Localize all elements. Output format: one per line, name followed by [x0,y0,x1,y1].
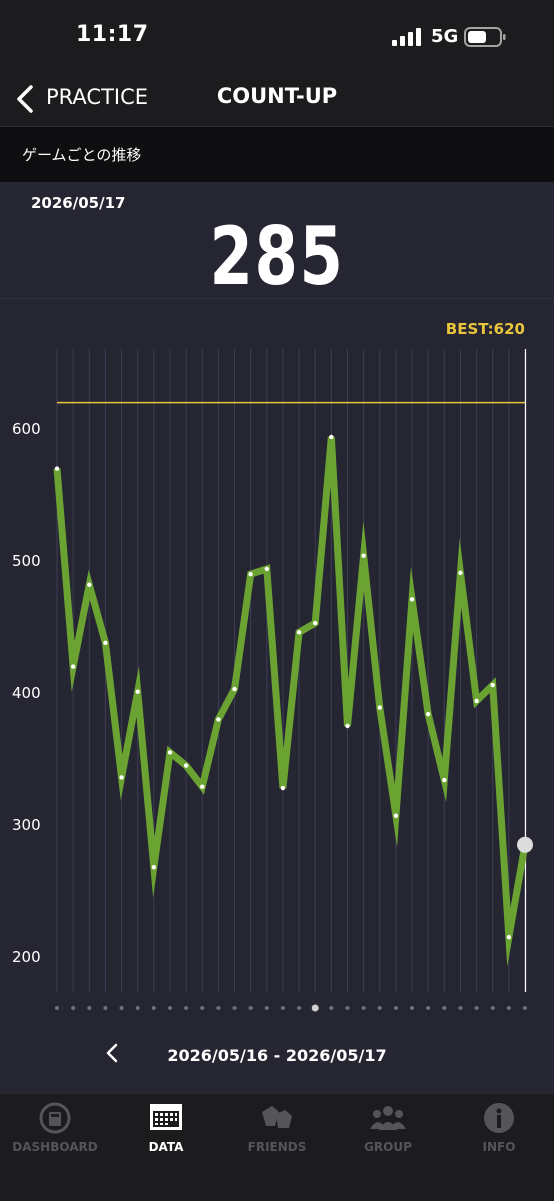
data-point [296,630,302,635]
pager-dot [361,1006,366,1010]
pager-dot [232,1006,237,1010]
page-title: COUNT-UP [216,84,338,108]
data-point [361,553,366,558]
score-panel: 2026/05/17 285 [0,182,554,303]
score-line-chart[interactable]: 200 300 400 500 600 BEST:620 [0,299,554,1019]
info-icon [484,1103,514,1133]
friends-icon [262,1106,292,1128]
data-point [425,711,431,717]
data-point [135,689,140,694]
group-icon [370,1106,406,1130]
tab-label: INFO [482,1140,516,1154]
data-point [345,723,350,729]
data-point [103,640,108,646]
data-icon [150,1104,182,1130]
pager-dot [458,1006,463,1010]
data-point [474,698,479,704]
pager-dot [311,1004,319,1012]
status-time: 11:17 [76,22,149,47]
pager-dot [264,1006,269,1010]
pager-dot [103,1006,108,1010]
date-range-label: 2026/05/16 - 2026/05/17 [167,1046,387,1065]
data-point [151,865,157,870]
pager-dot [393,1006,398,1010]
date-navigator: 2026/05/16 - 2026/05/17 [0,1033,554,1073]
pager-dot [216,1006,221,1010]
score-series-line [53,436,529,967]
data-point [313,620,318,626]
best-label: BEST:620 [446,320,525,338]
pager-dot [426,1006,431,1010]
pager-dot [71,1006,76,1010]
tab-dashboard[interactable]: DASHBOARD [0,1094,110,1164]
data-point [280,785,286,791]
selected-point [517,836,533,853]
pager-dot [523,1006,527,1010]
section-title: ゲームごとの推移 [22,146,142,164]
y-tick-label: 600 [12,420,41,438]
nav-bar: PRACTICE COUNT-UP [0,76,554,127]
pager-dot [297,1006,302,1010]
pager-dot [184,1006,189,1010]
network-label: 5G [431,26,459,47]
data-point [232,686,237,692]
pager-dot [410,1006,415,1010]
pager-dot [87,1006,92,1010]
y-tick-label: 500 [12,552,41,570]
data-point [248,572,253,577]
data-point [200,784,205,789]
pager-dot [248,1006,253,1010]
tab-label: DASHBOARD [12,1140,98,1154]
tab-label: DATA [148,1140,184,1154]
data-point [264,566,269,572]
score-value: 285 [209,210,345,303]
pager-dot [119,1006,124,1010]
data-point [458,570,463,576]
data-point [216,717,221,722]
pager-dot [151,1006,156,1010]
signal-icon [392,28,421,46]
battery-icon [464,27,506,47]
tab-bar: DASHBOARD DATA FRIENDS GROUP INFO [0,1093,554,1201]
tab-friends[interactable]: FRIENDS [222,1094,332,1164]
data-point [393,813,399,818]
pager-dot [377,1006,382,1010]
data-point [70,664,76,669]
data-point [377,705,382,710]
pager-dot [167,1006,172,1010]
pager-dot [442,1006,447,1010]
data-point [183,763,189,768]
data-point [119,775,124,780]
chart-area: 200 300 400 500 600 BEST:620 2026/05/16 - 202… [0,299,554,1093]
tab-data[interactable]: DATA [111,1094,221,1164]
y-tick-label: 200 [12,948,41,966]
data-point [490,682,495,688]
data-point [329,434,334,440]
data-point [442,777,447,783]
pager-dot [490,1006,495,1010]
dashboard-icon [39,1102,71,1134]
data-point [409,597,415,602]
pager-dot [474,1006,479,1010]
pager-dot [135,1006,140,1010]
y-tick-label: 400 [12,684,41,702]
data-point [54,466,60,471]
data-point [167,750,173,755]
pager-dot [55,1006,59,1010]
tab-label: GROUP [364,1140,412,1154]
pager-dot [280,1006,285,1010]
tab-label: FRIENDS [247,1140,307,1154]
pager-dot [506,1006,511,1010]
section-header: ゲームごとの推移 [0,127,554,182]
data-point [87,582,92,587]
data-point [506,935,512,940]
pager-dot [200,1006,205,1010]
pager-dot [345,1006,350,1010]
pager-dot [329,1006,334,1010]
status-bar: 11:17 5G [0,0,554,76]
tab-info[interactable]: INFO [444,1094,554,1164]
y-tick-label: 300 [12,816,41,834]
tab-group[interactable]: GROUP [333,1094,443,1164]
